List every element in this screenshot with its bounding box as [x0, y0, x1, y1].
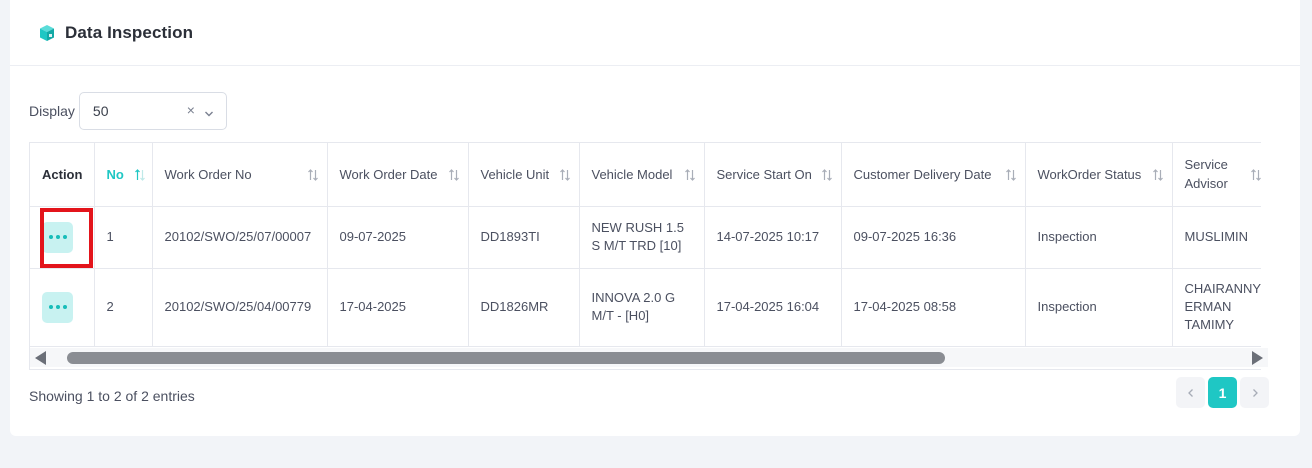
cell-work-order-no: 20102/SWO/25/04/00779	[152, 268, 328, 347]
previous-page-button[interactable]	[1176, 377, 1205, 408]
table-row: 1 20102/SWO/25/07/00007 09-07-2025 DD189…	[30, 206, 1261, 269]
sort-icon	[1005, 169, 1016, 181]
cell-work-order-date: 09-07-2025	[327, 206, 469, 269]
table-header-row: Action No Work Order No Work Order Date	[30, 143, 1261, 207]
chevron-left-icon	[1187, 388, 1193, 397]
scrollbar-thumb[interactable]	[67, 352, 945, 364]
scroll-left-arrow-icon[interactable]	[35, 351, 46, 365]
cell-vehicle-model: NEW RUSH 1.5 S M/T TRD [10]	[579, 206, 705, 269]
inspection-table: Action No Work Order No Work Order Date	[29, 142, 1261, 370]
entries-info: Showing 1 to 2 of 2 entries	[29, 388, 195, 404]
card-header: Data Inspection	[10, 0, 1300, 66]
cell-no: 1	[94, 206, 153, 269]
cell-vehicle-unit: DD1893TI	[468, 206, 580, 269]
column-header-vehicle-model[interactable]: Vehicle Model	[579, 143, 705, 207]
sort-icon	[1152, 169, 1163, 181]
row-actions-button[interactable]	[42, 291, 73, 323]
table-row: 2 20102/SWO/25/04/00779 17-04-2025 DD182…	[30, 268, 1261, 347]
cell-no: 2	[94, 268, 153, 347]
cell-workorder-status: Inspection	[1025, 268, 1173, 347]
sort-asc-icon	[134, 169, 145, 181]
page-number-button[interactable]: 1	[1208, 377, 1237, 408]
column-header-service-start-on[interactable]: Service Start On	[704, 143, 842, 207]
pagination: 1	[1176, 377, 1269, 408]
scroll-right-arrow-icon[interactable]	[1252, 351, 1263, 365]
cell-work-order-no: 20102/SWO/25/07/00007	[152, 206, 328, 269]
page-size-select[interactable]: 50 ×	[78, 92, 227, 130]
cell-service-start-on: 17-04-2025 16:04	[704, 268, 842, 347]
cell-vehicle-model: INNOVA 2.0 G M/T - [H0]	[579, 268, 705, 347]
sort-icon	[307, 169, 318, 181]
clear-icon[interactable]: ×	[187, 102, 195, 118]
sort-icon	[448, 169, 459, 181]
page-title: Data Inspection	[65, 22, 194, 42]
cell-work-order-date: 17-04-2025	[327, 268, 469, 347]
cell-workorder-status: Inspection	[1025, 206, 1173, 269]
cell-customer-delivery-date: 09-07-2025 16:36	[841, 206, 1026, 269]
column-header-vehicle-unit[interactable]: Vehicle Unit	[468, 143, 580, 207]
display-label: Display	[29, 103, 75, 119]
cell-vehicle-unit: DD1826MR	[468, 268, 580, 347]
cube-icon	[38, 24, 56, 42]
sort-icon	[1250, 169, 1261, 181]
sort-icon	[559, 169, 570, 181]
next-page-button[interactable]	[1240, 377, 1269, 408]
row-actions-button[interactable]	[42, 221, 73, 253]
chevron-right-icon	[1252, 388, 1258, 397]
sort-icon	[684, 169, 695, 181]
cell-service-advisor: CHAIRANNY ERMAN TAMIMY	[1172, 268, 1261, 347]
chevron-down-icon[interactable]	[204, 106, 214, 117]
column-header-customer-delivery-date[interactable]: Customer Delivery Date	[841, 143, 1026, 207]
column-header-service-advisor[interactable]: Service Advisor	[1172, 143, 1261, 207]
action-cell	[30, 206, 95, 269]
cell-customer-delivery-date: 17-04-2025 08:58	[841, 268, 1026, 347]
column-header-action: Action	[30, 143, 95, 207]
column-header-work-order-no[interactable]: Work Order No	[152, 143, 328, 207]
action-cell	[30, 268, 95, 347]
display-length-control: Display 50 ×	[29, 92, 227, 130]
more-dots-icon	[48, 235, 53, 239]
sort-icon	[821, 169, 832, 181]
column-header-workorder-status[interactable]: WorkOrder Status	[1025, 143, 1173, 207]
horizontal-scrollbar[interactable]	[30, 348, 1268, 367]
more-dots-icon	[48, 305, 53, 309]
column-header-work-order-date[interactable]: Work Order Date	[327, 143, 469, 207]
page-size-value: 50	[92, 103, 109, 119]
cell-service-advisor: MUSLIMIN	[1172, 206, 1261, 269]
column-header-no[interactable]: No	[94, 143, 153, 207]
cell-service-start-on: 14-07-2025 10:17	[704, 206, 842, 269]
